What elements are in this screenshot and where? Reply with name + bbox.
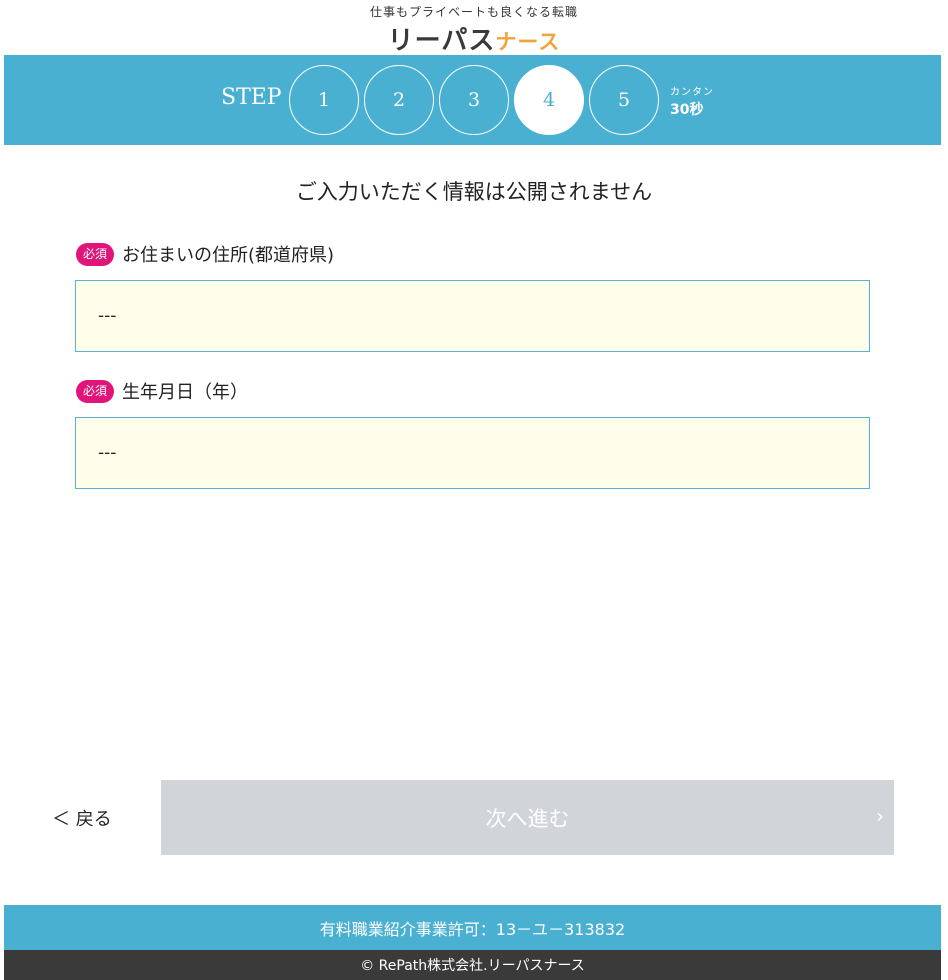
step-5: 5 [589,65,659,135]
birth-year-label-text: 生年月日（年） [122,382,249,403]
birth-year-label: 必須 生年月日（年） [76,378,248,404]
birth-year-select[interactable]: --- [75,417,870,489]
step-note-small: カンタン [670,87,714,98]
next-button-label: 次へ進む [485,806,570,831]
copyright-footer: © RePath株式会社.リーパスナース [4,950,941,980]
required-badge: 必須 [76,379,115,403]
site-logo[interactable]: リーパスナース [0,20,948,57]
next-button[interactable]: 次へ進む › [161,780,894,855]
step-1: 1 [289,65,359,135]
step-note-time: 30秒 [670,102,704,118]
back-button[interactable]: ＜ 戻る [52,805,112,831]
step-label: STEP [221,85,282,110]
privacy-notice: ご入力いただく情報は公開されません [295,180,653,204]
chevron-right-icon: › [876,804,884,828]
site-header: 仕事もプライベートも良くなる転職 リーパスナース [0,0,948,57]
license-footer: 有料職業紹介事業許可：13－ユ－313832 [4,905,941,950]
required-badge: 必須 [76,242,115,266]
step-4-current: 4 [514,65,584,135]
prefecture-select[interactable]: --- [75,280,870,352]
prefecture-label-text: お住まいの住所(都道府県) [122,245,335,266]
step-2: 2 [364,65,434,135]
logo-accent-text: ナース [495,30,561,54]
step-3: 3 [439,65,509,135]
logo-main-text: リーパス [387,26,496,56]
prefecture-label: 必須 お住まいの住所(都道府県) [76,241,334,267]
site-tagline: 仕事もプライベートも良くなる転職 [369,5,578,19]
step-time-note: カンタン 30秒 [670,83,714,119]
step-progress-bar: STEP 1 2 3 4 5 カンタン 30秒 [4,55,941,145]
